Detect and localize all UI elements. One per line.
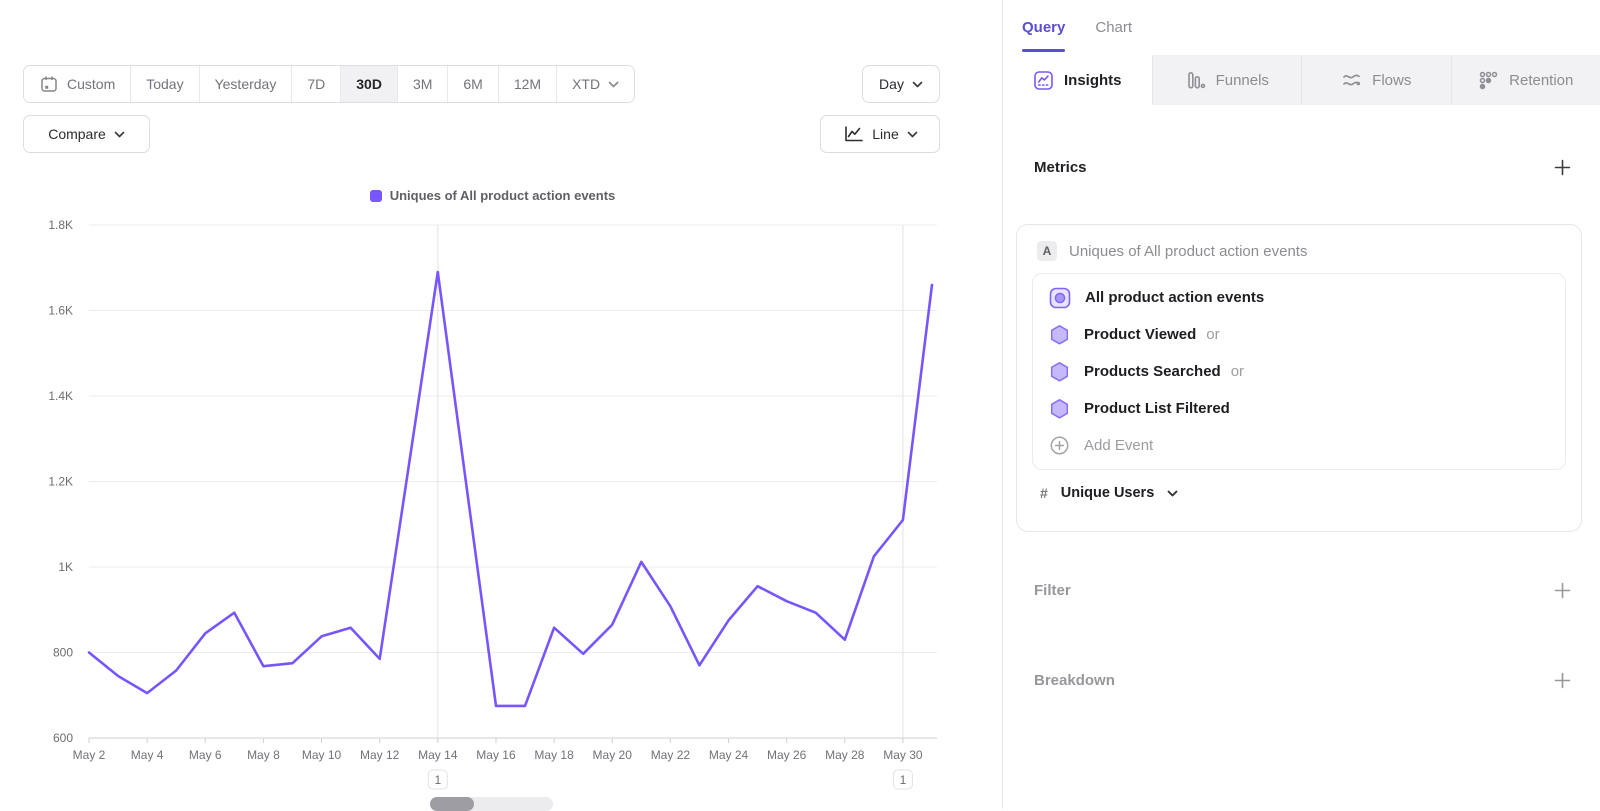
line-chart[interactable]: 600 800 1K 1.2K 1.4K 1.6K 1.8K May 2 May 4 May 6 M… bbox=[20, 212, 965, 804]
compare-dropdown[interactable]: Compare bbox=[23, 115, 150, 153]
date-range-group: Custom Today Yesterday 7D 30D 3M 6M 12M … bbox=[23, 65, 635, 103]
metrics-section-header: Metrics bbox=[1003, 150, 1600, 184]
filter-title: Filter bbox=[1034, 582, 1071, 599]
chevron-down-icon bbox=[912, 81, 923, 88]
series-line[interactable] bbox=[89, 272, 932, 706]
event-hexagon-icon bbox=[1049, 361, 1070, 382]
report-type-tabs: Insights Funnels Flows bbox=[1003, 55, 1600, 105]
svg-text:May 10: May 10 bbox=[302, 748, 342, 762]
svg-text:May 26: May 26 bbox=[767, 748, 807, 762]
range-button-xtd[interactable]: XTD bbox=[556, 66, 634, 102]
range-button-12m[interactable]: 12M bbox=[498, 66, 556, 102]
svg-text:600: 600 bbox=[53, 731, 73, 745]
breakdown-title: Breakdown bbox=[1034, 672, 1115, 689]
svg-text:1: 1 bbox=[434, 773, 441, 787]
event-row-product-list-filtered[interactable]: Product List Filtered bbox=[1033, 390, 1565, 427]
svg-text:1.6K: 1.6K bbox=[48, 304, 73, 318]
legend-label: Uniques of All product action events bbox=[390, 188, 616, 203]
add-breakdown-button[interactable] bbox=[1554, 672, 1571, 689]
svg-text:1K: 1K bbox=[58, 560, 73, 574]
metrics-title: Metrics bbox=[1034, 159, 1087, 176]
tab-flows[interactable]: Flows bbox=[1301, 55, 1451, 105]
range-button-7d[interactable]: 7D bbox=[291, 66, 340, 102]
event-list: All product action events Product Viewed… bbox=[1032, 273, 1566, 470]
event-hexagon-icon bbox=[1049, 398, 1070, 419]
metric-card: A Uniques of All product action events A… bbox=[1016, 224, 1582, 532]
svg-text:1: 1 bbox=[900, 773, 907, 787]
measurement-dropdown[interactable]: # Unique Users bbox=[1017, 470, 1581, 501]
chart-pane: Custom Today Yesterday 7D 30D 3M 6M 12M … bbox=[0, 0, 1002, 809]
series-label: Uniques of All product action events bbox=[1069, 243, 1307, 260]
svg-text:1.2K: 1.2K bbox=[48, 475, 73, 489]
insights-icon bbox=[1033, 70, 1054, 91]
funnels-icon bbox=[1185, 70, 1206, 91]
panel-mode-tabs: Query Chart bbox=[1003, 0, 1600, 55]
plus-icon bbox=[1554, 582, 1571, 599]
event-row-products-searched[interactable]: Products Searched or bbox=[1033, 353, 1565, 390]
add-metric-button[interactable] bbox=[1554, 159, 1571, 176]
svg-text:May 14: May 14 bbox=[418, 748, 458, 762]
plus-icon bbox=[1554, 159, 1571, 176]
range-label: Custom bbox=[67, 76, 115, 92]
svg-text:May 4: May 4 bbox=[131, 748, 164, 762]
metric-series-header[interactable]: A Uniques of All product action events bbox=[1017, 225, 1581, 273]
svg-text:May 16: May 16 bbox=[476, 748, 516, 762]
svg-text:May 28: May 28 bbox=[825, 748, 865, 762]
range-button-custom[interactable]: Custom bbox=[24, 66, 130, 102]
svg-text:May 20: May 20 bbox=[593, 748, 633, 762]
tab-query[interactable]: Query bbox=[1022, 0, 1065, 55]
line-chart-icon bbox=[842, 124, 864, 144]
svg-text:May 30: May 30 bbox=[883, 748, 923, 762]
tab-retention[interactable]: Retention bbox=[1451, 55, 1600, 105]
chevron-down-icon bbox=[1167, 490, 1178, 497]
svg-text:May 6: May 6 bbox=[189, 748, 222, 762]
svg-text:800: 800 bbox=[53, 646, 73, 660]
all-events-icon bbox=[1049, 287, 1071, 309]
svg-text:May 8: May 8 bbox=[247, 748, 280, 762]
chart-type-dropdown[interactable]: Line bbox=[820, 115, 940, 153]
hash-icon: # bbox=[1040, 485, 1048, 501]
svg-text:May 22: May 22 bbox=[651, 748, 691, 762]
range-button-today[interactable]: Today bbox=[130, 66, 198, 102]
flows-icon bbox=[1341, 70, 1362, 91]
chart-legend[interactable]: Uniques of All product action events bbox=[20, 188, 965, 203]
svg-text:May 18: May 18 bbox=[534, 748, 574, 762]
svg-text:May 2: May 2 bbox=[73, 748, 106, 762]
chevron-down-icon bbox=[608, 81, 619, 88]
add-event-icon bbox=[1049, 435, 1070, 456]
range-button-6m[interactable]: 6M bbox=[447, 66, 497, 102]
active-tab-underline bbox=[1022, 49, 1065, 52]
chevron-down-icon bbox=[114, 131, 125, 138]
calendar-icon bbox=[39, 74, 59, 94]
plus-icon bbox=[1554, 672, 1571, 689]
svg-text:May 12: May 12 bbox=[360, 748, 400, 762]
range-button-yesterday[interactable]: Yesterday bbox=[199, 66, 292, 102]
range-button-30d[interactable]: 30D bbox=[340, 66, 397, 102]
event-row-all-product-action-events[interactable]: All product action events bbox=[1033, 279, 1565, 316]
tab-chart[interactable]: Chart bbox=[1095, 0, 1132, 55]
retention-icon bbox=[1478, 70, 1499, 91]
tab-insights[interactable]: Insights bbox=[1003, 55, 1152, 105]
svg-text:1.4K: 1.4K bbox=[48, 389, 73, 403]
query-panel: Query Chart Insights bbox=[1002, 0, 1600, 809]
granularity-dropdown[interactable]: Day bbox=[862, 65, 940, 103]
svg-text:May 24: May 24 bbox=[709, 748, 749, 762]
chevron-down-icon bbox=[907, 131, 918, 138]
add-filter-button[interactable] bbox=[1554, 582, 1571, 599]
event-hexagon-icon bbox=[1049, 324, 1070, 345]
range-button-3m[interactable]: 3M bbox=[397, 66, 447, 102]
add-event-button[interactable]: Add Event bbox=[1033, 427, 1565, 464]
tab-funnels[interactable]: Funnels bbox=[1152, 55, 1302, 105]
breakdown-section-header: Breakdown bbox=[1003, 663, 1600, 697]
legend-swatch bbox=[370, 190, 382, 202]
svg-text:1.8K: 1.8K bbox=[48, 218, 73, 232]
filter-section-header: Filter bbox=[1003, 573, 1600, 607]
series-badge: A bbox=[1037, 241, 1057, 261]
event-row-product-viewed[interactable]: Product Viewed or bbox=[1033, 316, 1565, 353]
